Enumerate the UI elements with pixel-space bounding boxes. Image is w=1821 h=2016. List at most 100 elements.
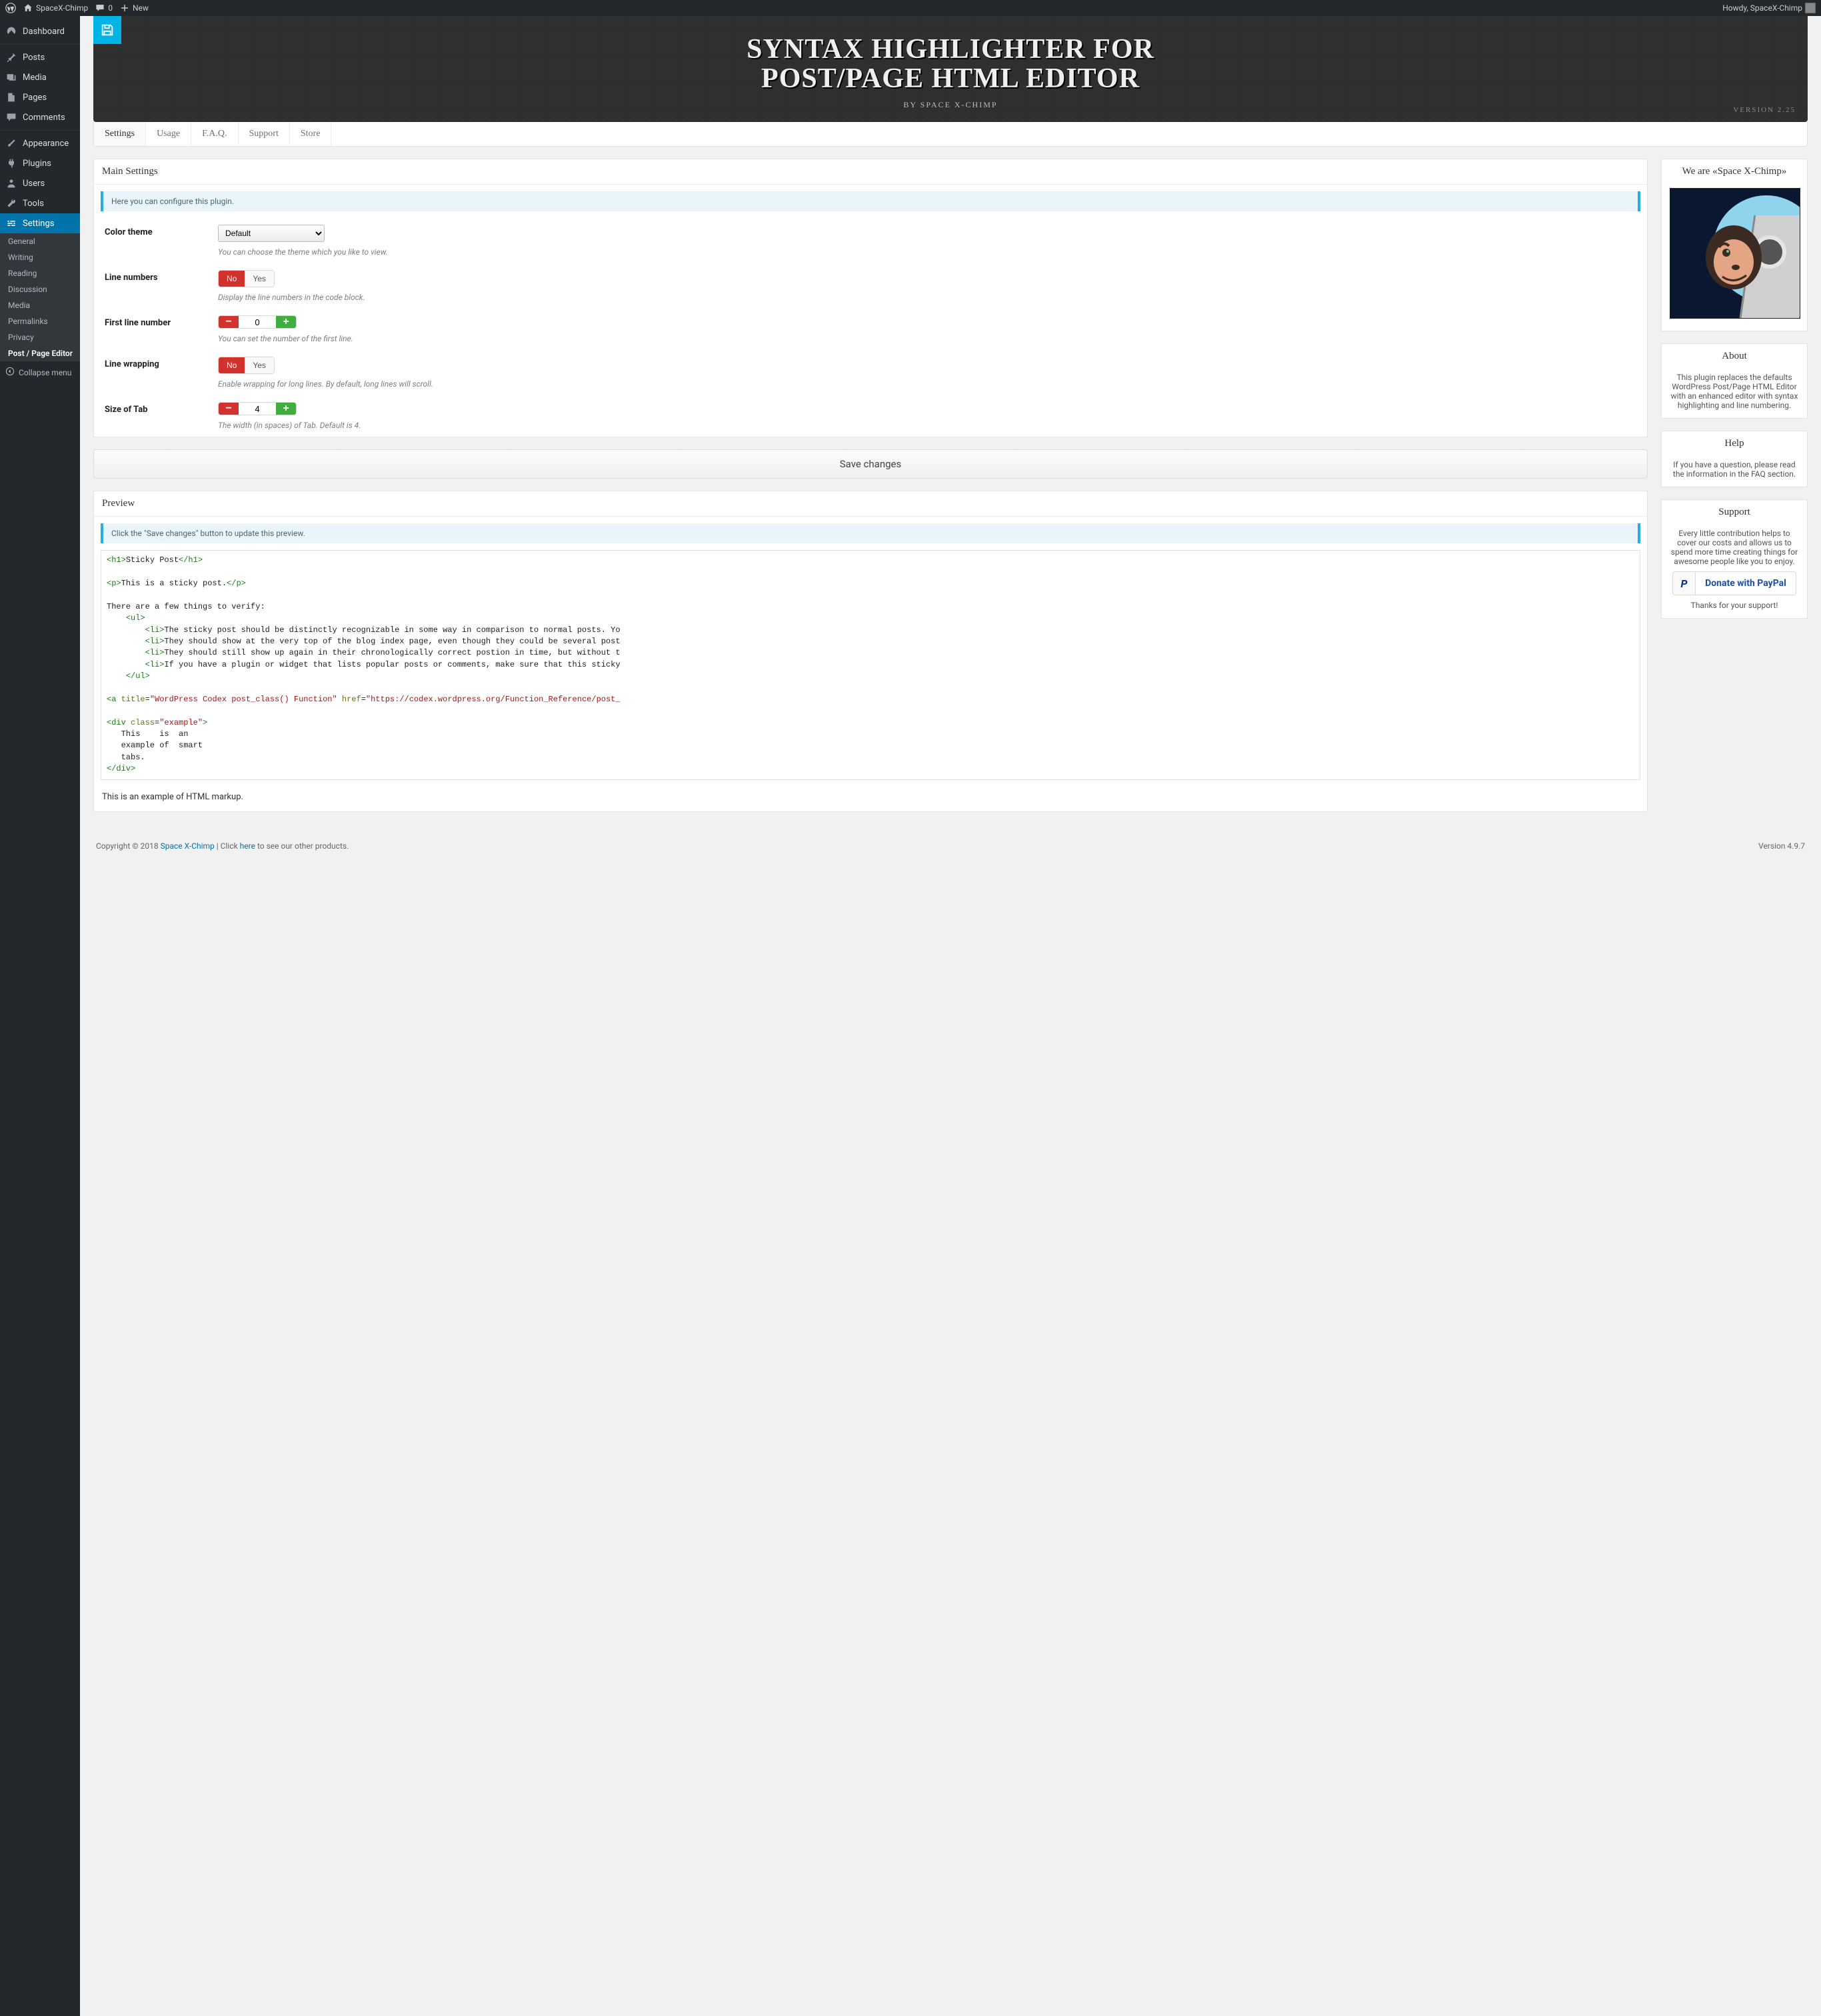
user-icon <box>5 177 17 189</box>
support-text: Every little contribution helps to cover… <box>1670 529 1799 566</box>
first-line-stepper: − + <box>218 315 297 329</box>
wp-logo[interactable] <box>5 3 16 13</box>
menu-plugins[interactable]: Plugins <box>0 153 80 173</box>
preview-card: Preview Click the "Save changes" button … <box>93 491 1648 811</box>
submenu-media[interactable]: Media <box>0 297 80 313</box>
comments-menu-icon <box>5 111 17 123</box>
banner-subtitle: BY SPACE X-CHIMP <box>113 100 1788 110</box>
tab-size-input[interactable] <box>239 403 276 415</box>
tab-size-plus[interactable]: + <box>276 403 296 415</box>
menu-posts[interactable]: Posts <box>0 47 80 67</box>
wrench-icon <box>5 197 17 209</box>
footer-here-link[interactable]: here <box>240 841 255 851</box>
main-column: Main Settings Here you can configure thi… <box>93 159 1648 823</box>
tab-store[interactable]: Store <box>290 122 332 146</box>
tab-size-minus[interactable]: − <box>219 403 239 415</box>
footer: Copyright © 2018 Space X-Chimp | Click h… <box>93 824 1808 857</box>
collapse-label: Collapse menu <box>19 368 71 377</box>
main-settings-heading: Main Settings <box>94 159 1647 185</box>
home-icon <box>23 3 33 13</box>
preview-heading: Preview <box>94 491 1647 517</box>
line-wrap-no[interactable]: No <box>219 357 245 373</box>
we-are-card: We are «Space X-Chimp» <box>1661 159 1808 331</box>
admin-bar: SpaceX-Chimp 0 New Howdy, SpaceX-Chimp <box>0 0 1821 16</box>
line-wrap-desc: Enable wrapping for long lines. By defau… <box>218 379 1636 389</box>
settings-notice: Here you can configure this plugin. <box>101 191 1640 211</box>
menu-label: Media <box>23 73 47 83</box>
submenu-writing[interactable]: Writing <box>0 249 80 265</box>
tab-support[interactable]: Support <box>239 122 290 146</box>
line-numbers-yes[interactable]: Yes <box>245 271 274 287</box>
save-floppy-button[interactable] <box>93 16 121 44</box>
menu-label: Pages <box>23 93 47 103</box>
settings-submenu: General Writing Reading Discussion Media… <box>0 233 80 361</box>
menu-settings[interactable]: Settings <box>0 213 80 233</box>
menu-label: Dashboard <box>23 27 65 37</box>
line-wrap-label: Line wrapping <box>105 357 205 369</box>
help-text: If you have a question, please read the … <box>1662 452 1807 487</box>
howdy-link[interactable]: Howdy, SpaceX-Chimp <box>1722 3 1816 13</box>
site-link[interactable]: SpaceX-Chimp <box>23 3 88 13</box>
collapse-menu[interactable]: Collapse menu <box>0 361 80 383</box>
content-area: SYNTAX HIGHLIGHTER FORPOST/PAGE HTML EDI… <box>80 16 1821 2016</box>
line-numbers-no[interactable]: No <box>219 271 245 287</box>
side-column: We are «Space X-Chimp» <box>1661 159 1808 823</box>
first-line-desc: You can set the number of the first line… <box>218 334 1636 343</box>
menu-label: Users <box>23 179 45 189</box>
menu-label: Tools <box>23 199 44 209</box>
site-name: SpaceX-Chimp <box>36 3 88 13</box>
menu-comments[interactable]: Comments <box>0 107 80 127</box>
plugin-banner: SYNTAX HIGHLIGHTER FORPOST/PAGE HTML EDI… <box>93 16 1808 122</box>
save-changes-button[interactable]: Save changes <box>93 449 1648 479</box>
collapse-icon <box>5 367 15 378</box>
menu-users[interactable]: Users <box>0 173 80 193</box>
menu-media[interactable]: Media <box>0 67 80 87</box>
first-line-plus[interactable]: + <box>276 316 296 328</box>
menu-appearance[interactable]: Appearance <box>0 133 80 153</box>
menu-separator <box>0 130 80 131</box>
donate-label: Donate with PayPal <box>1696 578 1796 589</box>
tab-size-stepper: − + <box>218 402 297 415</box>
submenu-post-page-editor[interactable]: Post / Page Editor <box>0 345 80 361</box>
comments-link[interactable]: 0 <box>95 3 113 13</box>
line-wrap-toggle: No Yes <box>218 357 275 374</box>
line-numbers-toggle: No Yes <box>218 270 275 287</box>
code-preview: <h1>Sticky Post</h1> <p>This is a sticky… <box>101 550 1640 779</box>
sliders-icon <box>5 217 17 229</box>
menu-tools[interactable]: Tools <box>0 193 80 213</box>
color-theme-select[interactable]: Default <box>218 225 325 242</box>
tab-settings[interactable]: Settings <box>94 122 146 146</box>
row-line-numbers: Line numbers No Yes Display the line num… <box>94 263 1647 309</box>
line-numbers-label: Line numbers <box>105 270 205 283</box>
menu-pages[interactable]: Pages <box>0 87 80 107</box>
footer-vendor-link[interactable]: Space X-Chimp <box>161 841 215 851</box>
brush-icon <box>5 137 17 149</box>
wordpress-icon <box>5 3 16 13</box>
comment-count: 0 <box>108 3 113 13</box>
avatar-icon <box>1805 3 1816 13</box>
new-link[interactable]: New <box>119 3 149 13</box>
submenu-reading[interactable]: Reading <box>0 265 80 281</box>
media-icon <box>5 71 17 83</box>
plug-icon <box>5 157 17 169</box>
tabs: Settings Usage F.A.Q. Support Store <box>93 122 1808 147</box>
paypal-icon: P <box>1673 572 1696 595</box>
submenu-permalinks[interactable]: Permalinks <box>0 313 80 329</box>
about-heading: About <box>1662 344 1807 365</box>
support-card: Support Every little contribution helps … <box>1661 499 1808 619</box>
new-label: New <box>133 3 149 13</box>
donate-button[interactable]: P Donate with PayPal <box>1672 571 1796 595</box>
submenu-discussion[interactable]: Discussion <box>0 281 80 297</box>
menu-separator <box>0 44 80 45</box>
line-wrap-yes[interactable]: Yes <box>245 357 274 373</box>
pin-icon <box>5 51 17 63</box>
first-line-minus[interactable]: − <box>219 316 239 328</box>
pages-icon <box>5 91 17 103</box>
tab-usage[interactable]: Usage <box>146 122 191 146</box>
howdy-text: Howdy, SpaceX-Chimp <box>1722 3 1802 13</box>
submenu-general[interactable]: General <box>0 233 80 249</box>
tab-faq[interactable]: F.A.Q. <box>191 122 238 146</box>
first-line-input[interactable] <box>239 316 276 328</box>
submenu-privacy[interactable]: Privacy <box>0 329 80 345</box>
menu-dashboard[interactable]: Dashboard <box>0 21 80 41</box>
